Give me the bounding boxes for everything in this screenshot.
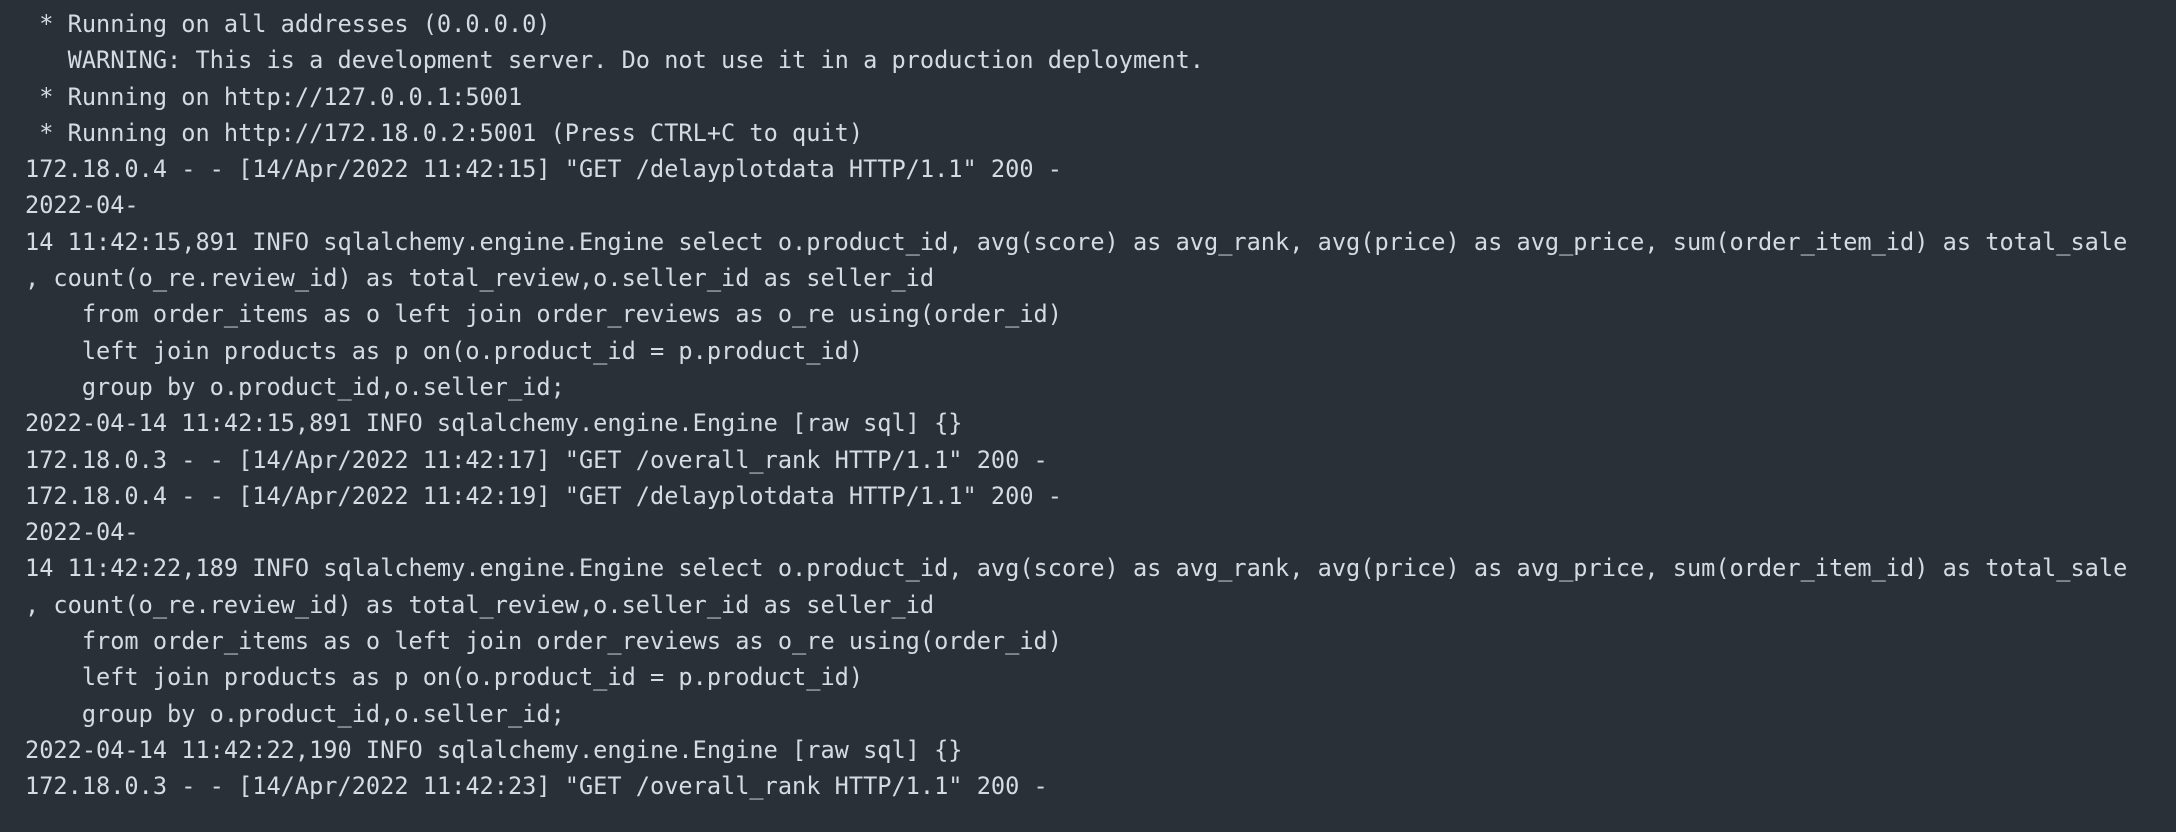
log-line: , count(o_re.review_id) as total_review,… [25,590,935,619]
log-line: 172.18.0.4 - - [14/Apr/2022 11:42:19] "G… [25,481,1062,510]
log-line: left join products as p on(o.product_id … [25,663,864,692]
log-line: 2022-04-14 11:42:15,891 INFO sqlalchemy.… [25,409,963,438]
log-line: from order_items as o left join order_re… [25,627,1062,656]
log-line: , count(o_re.review_id) as total_review,… [25,264,935,293]
log-line: group by o.product_id,o.seller_id; [25,699,565,728]
log-line: left join products as p on(o.product_id … [25,336,864,365]
log-line: 2022-04-14 11:42:22,190 INFO sqlalchemy.… [25,735,963,764]
log-line: 172.18.0.3 - - [14/Apr/2022 11:42:17] "G… [25,445,1048,474]
log-line: 2022-04- [25,518,139,547]
terminal-output: * Running on all addresses (0.0.0.0) WAR… [25,6,2127,805]
log-line: 2022-04- [25,191,139,220]
log-line: from order_items as o left join order_re… [25,300,1062,329]
log-line: 172.18.0.3 - - [14/Apr/2022 11:42:23] "G… [25,772,1048,801]
log-line: 14 11:42:15,891 INFO sqlalchemy.engine.E… [25,227,2128,256]
log-line: group by o.product_id,o.seller_id; [25,372,565,401]
log-line: * Running on http://172.18.0.2:5001 (Pre… [25,118,864,147]
log-line: WARNING: This is a development server. D… [25,46,1204,75]
log-line: 14 11:42:22,189 INFO sqlalchemy.engine.E… [25,554,2128,583]
log-line: * Running on all addresses (0.0.0.0) [25,10,551,38]
log-line: * Running on http://127.0.0.1:5001 [25,82,523,111]
log-line: 172.18.0.4 - - [14/Apr/2022 11:42:15] "G… [25,155,1062,184]
terminal-window[interactable]: * Running on all addresses (0.0.0.0) WAR… [0,0,2176,832]
